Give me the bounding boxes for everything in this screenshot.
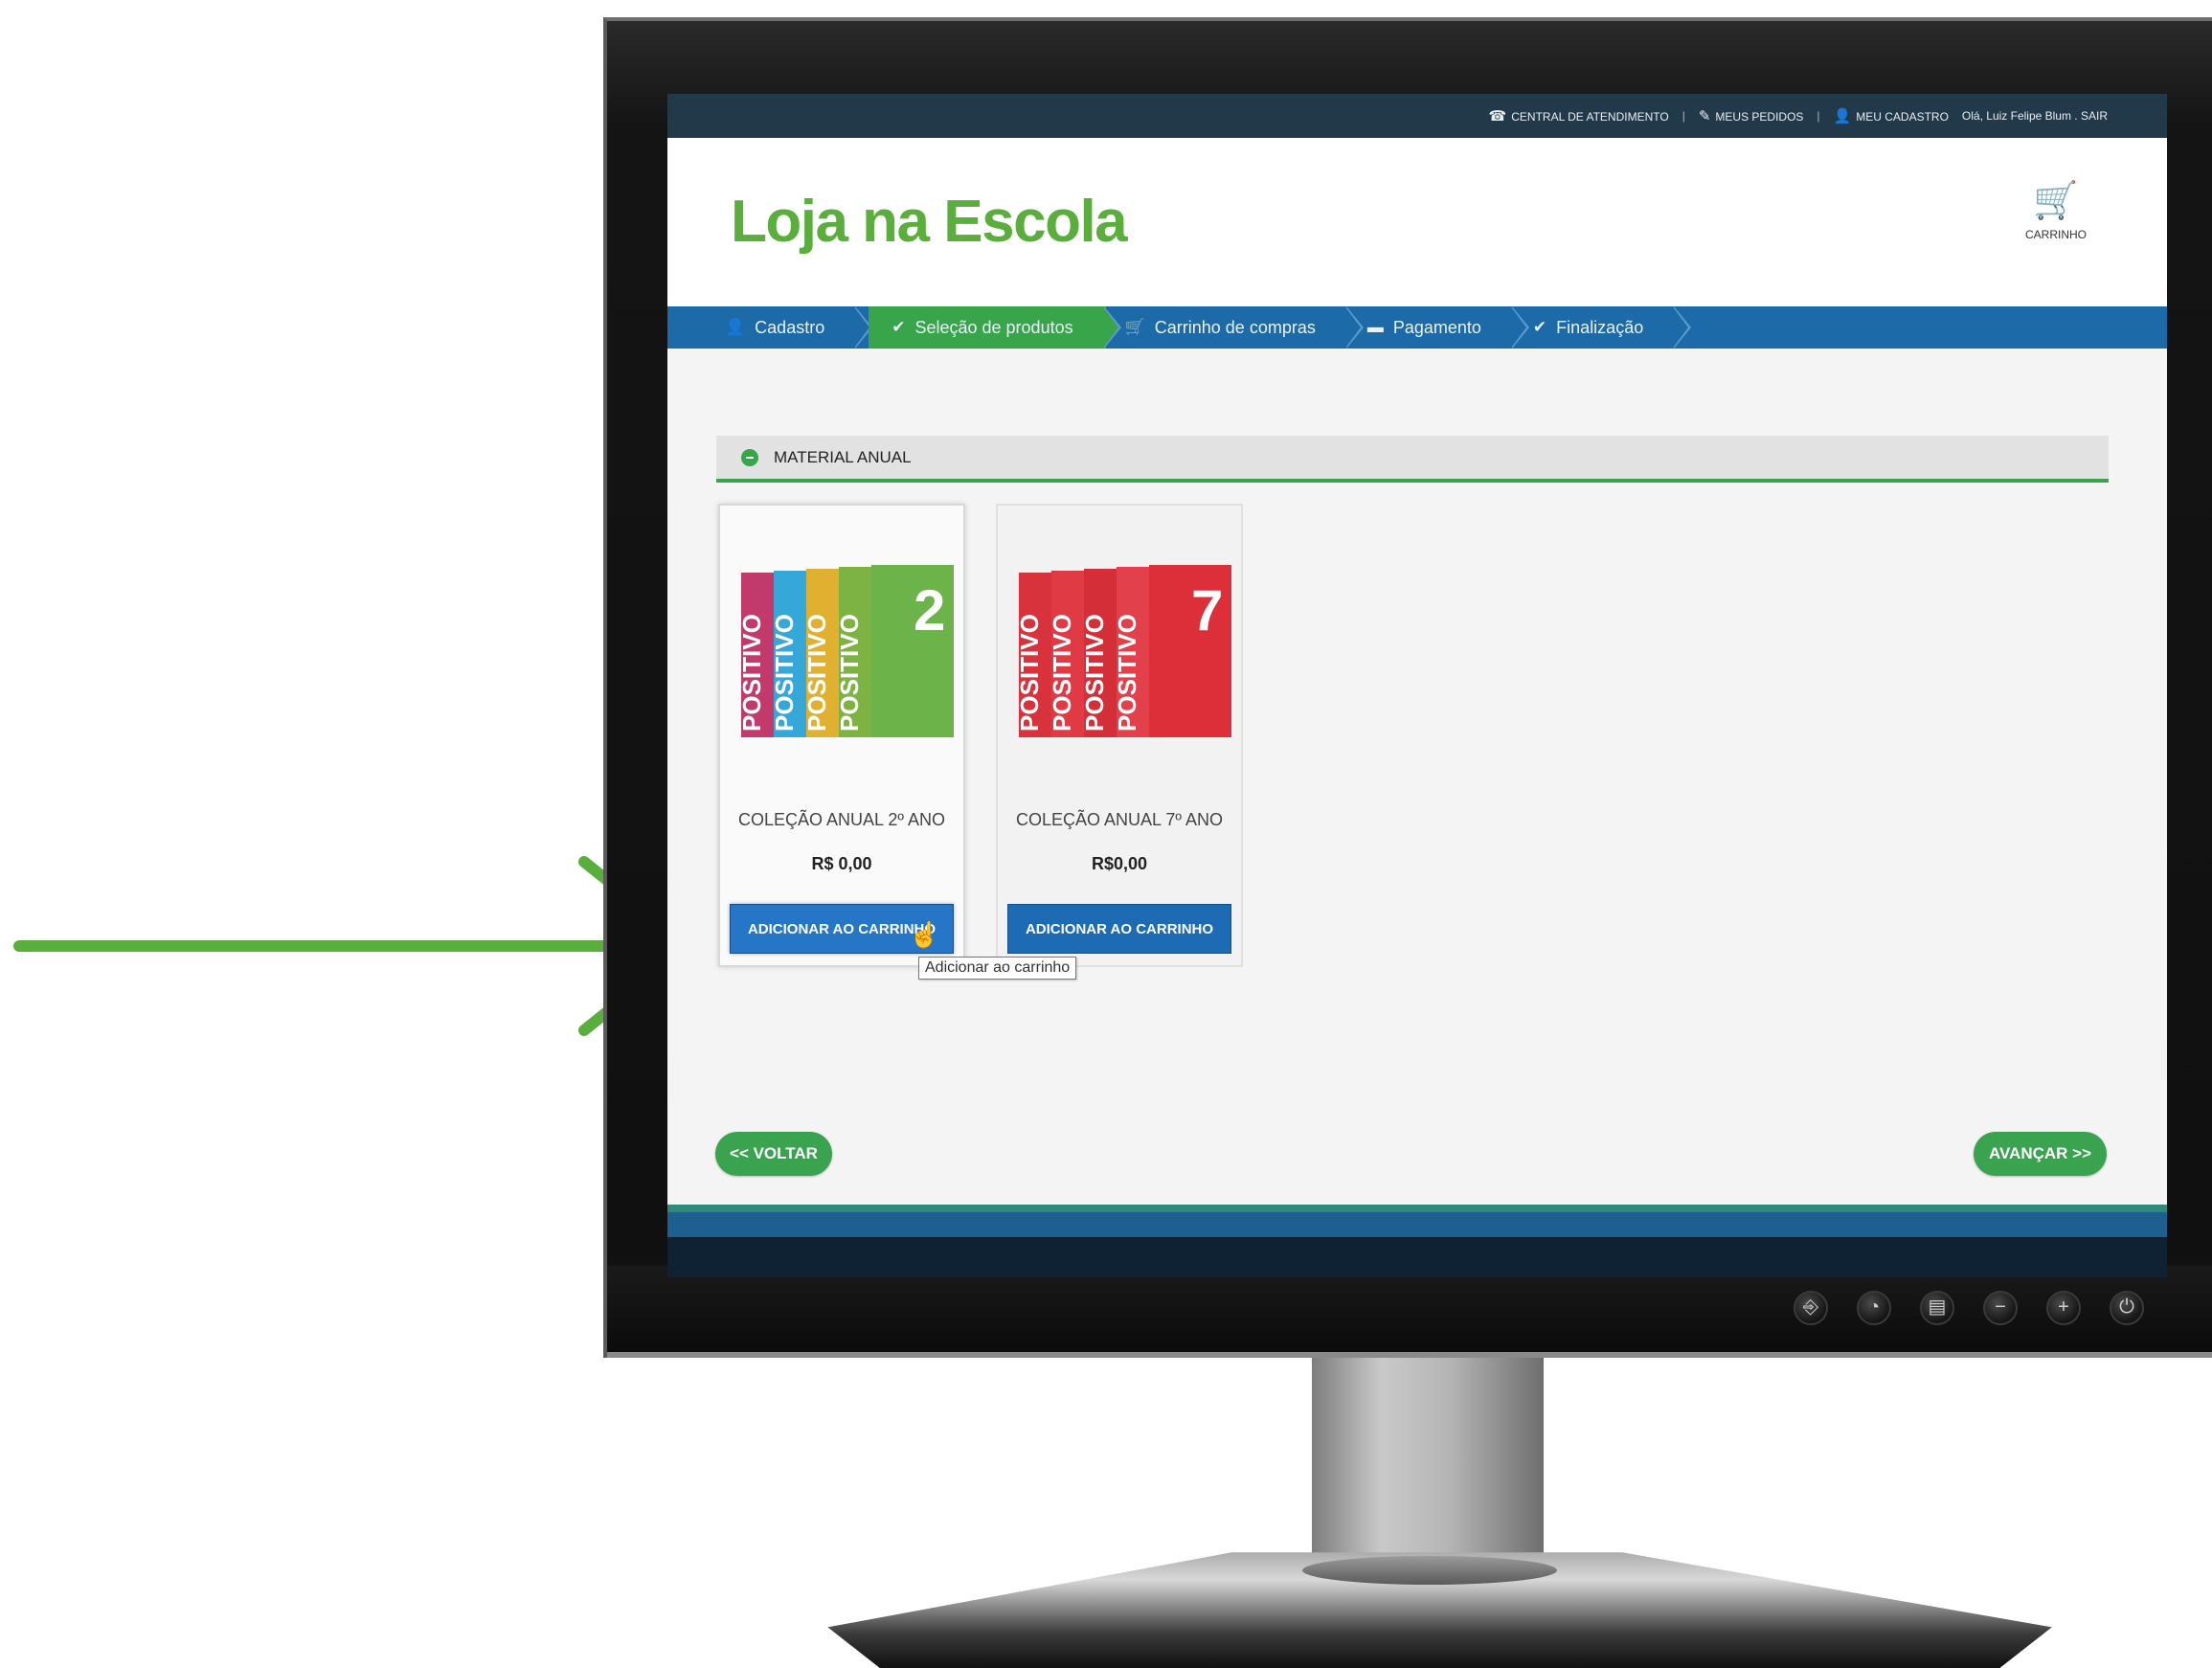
orders-link[interactable]: ✎ MEUS PEDIDOS: [1699, 107, 1804, 124]
separator: |: [1817, 109, 1820, 123]
checkout-steps: 👤 Cadastro ✔ Seleção de produtos 🛒 Carri…: [667, 306, 2167, 349]
card-icon: ▬: [1366, 318, 1384, 336]
product-price: R$ 0,00: [811, 854, 872, 873]
step-carrinho[interactable]: 🛒 Carrinho de compras: [1124, 306, 1364, 349]
collapse-icon[interactable]: [741, 448, 758, 466]
user-greeting: Olá, Luiz Felipe Blum . SAIR: [1961, 109, 2108, 123]
user-icon: 👤: [1833, 108, 1852, 124]
check-circle-icon: ✔: [1532, 318, 1547, 336]
section-header[interactable]: MATERIAL ANUAL: [716, 436, 2109, 483]
book-spine-text: POSITIVO: [770, 614, 799, 732]
cart-icon: 🛒: [2033, 181, 2079, 221]
book-number: 2: [914, 578, 945, 642]
profile-label: MEU CADASTRO: [1856, 110, 1949, 124]
site-footer: [667, 1205, 2167, 1277]
product-name: COLEÇÃO ANUAL 2º ANO: [738, 810, 945, 829]
next-button[interactable]: AVANÇAR >>: [1974, 1132, 2107, 1176]
add-to-cart-button[interactable]: ADICIONAR AO CARRINHO: [1007, 904, 1231, 954]
step-cadastro[interactable]: 👤 Cadastro: [725, 306, 873, 349]
top-utility-bar: ☎ CENTRAL DE ATENDIMENTO | ✎ MEUS PEDIDOS …: [667, 94, 2167, 138]
input-source-icon: ⎆: [1794, 1291, 1828, 1325]
book-spine-text: POSITIVO: [802, 614, 831, 732]
menu-icon: ▤: [1920, 1291, 1954, 1325]
separator: |: [1682, 109, 1685, 123]
section-title: MATERIAL ANUAL: [774, 447, 912, 466]
plus-icon: +: [2046, 1291, 2081, 1325]
logout-link[interactable]: SAIR: [2081, 109, 2108, 123]
step-label: Carrinho de compras: [1154, 317, 1316, 337]
cart-icon: 🛒: [1124, 318, 1145, 336]
service-link[interactable]: ☎ CENTRAL DE ATENDIMENTO: [1489, 107, 1669, 124]
product-name: COLEÇÃO ANUAL 7º ANO: [1016, 810, 1223, 829]
service-label: CENTRAL DE ATENDIMENTO: [1511, 110, 1669, 124]
step-label: Finalização: [1556, 317, 1644, 337]
phone-icon: ☎: [1488, 108, 1507, 124]
book-collection-image: POSITIVO POSITIVO POSITIVO POSITIVO 7: [1019, 565, 1231, 737]
auto-adjust-icon: ◔: [1857, 1291, 1891, 1325]
browser-screen: ☎ CENTRAL DE ATENDIMENTO | ✎ MEUS PEDIDOS …: [667, 94, 2167, 1277]
step-pagamento[interactable]: ▬ Pagamento: [1366, 306, 1529, 349]
book-spine-text: POSITIVO: [1113, 614, 1141, 732]
product-price: R$0,00: [1091, 854, 1148, 873]
greeting-text: Olá, Luiz Felipe Blum: [1961, 109, 2071, 123]
check-circle-icon: ✔: [892, 318, 906, 336]
monitor-stand-joint: [1302, 1556, 1557, 1585]
cart-button[interactable]: 🛒 CARRINHO: [2018, 180, 2094, 241]
orders-label: MEUS PEDIDOS: [1715, 110, 1804, 124]
step-label: Seleção de produtos: [914, 317, 1073, 337]
site-logo[interactable]: Loja na Escola: [731, 188, 1128, 256]
back-button[interactable]: << VOLTAR: [715, 1132, 832, 1176]
step-label: Pagamento: [1392, 317, 1481, 337]
profile-link[interactable]: 👤 MEU CADASTRO: [1834, 107, 1949, 124]
minus-icon: −: [1983, 1291, 2018, 1325]
cart-label: CARRINHO: [2024, 228, 2087, 241]
book-collection-image: POSITIVO POSITIVO POSITIVO POSITIVO 2: [741, 565, 954, 737]
power-icon: ⏻: [2110, 1291, 2144, 1325]
site-header: Loja na Escola 🛒 CARRINHO: [667, 138, 2167, 306]
user-icon: 👤: [725, 318, 746, 336]
tooltip: Adicionar ao carrinho: [918, 957, 1077, 980]
book-spine-text: POSITIVO: [1019, 614, 1044, 732]
edit-icon: ✎: [1698, 108, 1711, 124]
step-label: Cadastro: [755, 317, 825, 337]
monitor-bezel: [607, 1266, 2212, 1358]
book-spine-text: POSITIVO: [1048, 614, 1076, 732]
book-spine-text: POSITIVO: [835, 614, 864, 732]
monitor-stand-base: [827, 1552, 2052, 1668]
main-content: MATERIAL ANUAL POSITIVO POSITIVO POSITIV…: [667, 349, 2167, 1258]
book-spine-text: POSITIVO: [741, 614, 766, 732]
book-number: 7: [1191, 578, 1223, 642]
product-card: POSITIVO POSITIVO POSITIVO POSITIVO 7 CO…: [996, 504, 1243, 967]
hand-cursor-icon: ☝: [909, 920, 940, 949]
book-spine-text: POSITIVO: [1080, 614, 1109, 732]
monitor-stand-neck: [1312, 1358, 1544, 1573]
step-selecao-produtos[interactable]: ✔ Seleção de produtos: [869, 306, 1121, 349]
step-finalizacao[interactable]: ✔ Finalização: [1532, 306, 1692, 349]
product-card: POSITIVO POSITIVO POSITIVO POSITIVO 2 CO…: [718, 504, 965, 967]
